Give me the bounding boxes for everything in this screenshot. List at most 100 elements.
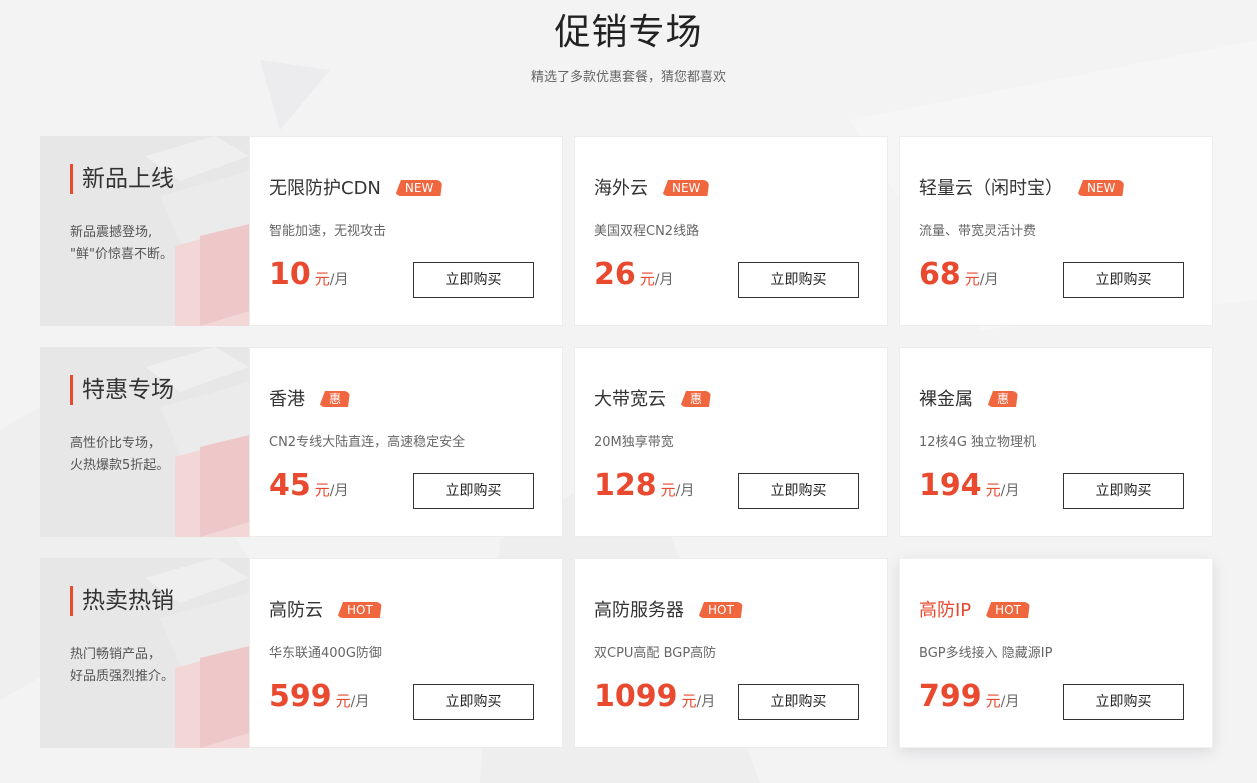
product-card: 高防云 HOT 华东联通400G防御 599 元/月 立即购买 (249, 558, 563, 748)
price-unit: 元 (314, 270, 330, 288)
promo-row-discount: 特惠专场 高性价比专场， 火热爆款5折起。 香港惠 CN2专线大陆直连，高速稳定… (40, 347, 1213, 537)
price-period: /月 (675, 483, 695, 499)
product-name: 大带宽云惠 (594, 388, 711, 412)
price-value: 68 (919, 257, 961, 292)
product-description: 流量、带宽灵活计费 (919, 224, 1037, 239)
product-name: 高防服务器 HOT (594, 599, 743, 623)
product-name: 无限防护CDN NEW (269, 177, 442, 201)
product-name-text: 大带宽云 (594, 389, 666, 410)
price-unit: 元 (660, 481, 676, 499)
product-card: 裸金属惠 12核4G 独立物理机 194 元/月 立即购买 (899, 347, 1213, 537)
price-value: 10 (269, 257, 311, 292)
page-title: 促销专场 (554, 12, 703, 53)
product-price: 599 元/月 (269, 679, 369, 715)
product-description: 20M独享带宽 (594, 435, 674, 450)
price-value: 194 (919, 468, 982, 503)
hot-badge: HOT (698, 602, 743, 618)
new-badge: NEW (662, 180, 709, 196)
buy-now-button[interactable]: 立即购买 (738, 262, 859, 298)
hot-badge: HOT (337, 602, 382, 618)
buy-now-button[interactable]: 立即购买 (738, 473, 859, 509)
product-name-text: 裸金属 (919, 389, 973, 410)
new-badge: NEW (1077, 180, 1124, 196)
page-subtitle: 精选了多款优惠套餐，猜您都喜欢 (530, 70, 726, 85)
category-title: 特惠专场 (70, 375, 174, 405)
product-name-text: 高防服务器 (594, 600, 684, 621)
price-period: /月 (1000, 694, 1020, 710)
discount-badge: 惠 (987, 391, 1018, 407)
product-description: 双CPU高配 BGP高防 (594, 646, 717, 661)
product-name-text: 香港 (269, 389, 305, 410)
product-card: 无限防护CDN NEW 智能加速，无视攻击 10 元/月 立即购买 (249, 136, 563, 326)
category-desc-line: 火热爆款5折起。 (70, 458, 170, 473)
product-name-text: 高防云 (269, 600, 323, 621)
product-card: 大带宽云惠 20M独享带宽 128 元/月 立即购买 (574, 347, 888, 537)
category-description: 新品震撼登场, "鲜"价惊喜不断。 (70, 222, 240, 266)
product-card: 高防服务器 HOT 双CPU高配 BGP高防 1099 元/月 立即购买 (574, 558, 888, 748)
category-panel: 热卖热销 热门畅销产品， 好品质强烈推介。 (40, 558, 249, 748)
category-title: 新品上线 (70, 164, 174, 194)
hot-badge: HOT (985, 602, 1030, 618)
price-unit: 元 (639, 270, 655, 288)
buy-now-button[interactable]: 立即购买 (1063, 262, 1184, 298)
price-value: 599 (269, 679, 332, 714)
price-value: 1099 (594, 679, 678, 714)
product-description: CN2专线大陆直连，高速稳定安全 (269, 435, 466, 450)
price-value: 128 (594, 468, 657, 503)
product-name-text: 高防IP (919, 600, 972, 621)
buy-now-button[interactable]: 立即购买 (738, 684, 859, 720)
price-unit: 元 (314, 481, 330, 499)
buy-now-button[interactable]: 立即购买 (413, 473, 534, 509)
price-period: /月 (329, 483, 349, 499)
product-name: 海外云 NEW (594, 177, 709, 201)
product-name-text: 无限防护CDN (269, 178, 381, 199)
product-name: 香港惠 (269, 388, 350, 412)
price-period: /月 (696, 694, 716, 710)
product-price: 128 元/月 (594, 468, 694, 504)
price-period: /月 (654, 272, 674, 288)
product-name: 高防IP HOT (919, 599, 1030, 623)
promo-row-new: 新品上线 新品震撼登场, "鲜"价惊喜不断。 无限防护CDN NEW 智能加速，无… (40, 136, 1213, 326)
buy-now-button[interactable]: 立即购买 (413, 262, 534, 298)
product-card: 轻量云（闲时宝） NEW 流量、带宽灵活计费 68 元/月 立即购买 (899, 136, 1213, 326)
product-price: 68 元/月 (919, 257, 998, 293)
buy-now-button[interactable]: 立即购买 (1063, 684, 1184, 720)
product-description: 12核4G 独立物理机 (919, 435, 1037, 450)
product-price: 26 元/月 (594, 257, 673, 293)
price-unit: 元 (985, 692, 1001, 710)
product-name-text: 海外云 (594, 178, 648, 199)
price-value: 45 (269, 468, 311, 503)
buy-now-button[interactable]: 立即购买 (1063, 473, 1184, 509)
category-desc-line: 好品质强烈推介。 (70, 669, 175, 684)
price-period: /月 (329, 272, 349, 288)
product-description: 美国双程CN2线路 (594, 224, 700, 239)
product-price: 10 元/月 (269, 257, 348, 293)
product-card-hovered[interactable]: 高防IP HOT BGP多线接入 隐藏源IP 799 元/月 立即购买 (899, 558, 1213, 748)
price-unit: 元 (681, 692, 697, 710)
product-name: 裸金属惠 (919, 388, 1018, 412)
price-unit: 元 (985, 481, 1001, 499)
category-description: 热门畅销产品， 好品质强烈推介。 (70, 644, 240, 688)
product-name: 轻量云（闲时宝） NEW (919, 177, 1124, 201)
price-unit: 元 (964, 270, 980, 288)
price-value: 799 (919, 679, 982, 714)
product-description: 华东联通400G防御 (269, 646, 382, 661)
category-description: 高性价比专场， 火热爆款5折起。 (70, 433, 240, 477)
category-desc-line: 高性价比专场， (70, 436, 162, 451)
category-panel: 新品上线 新品震撼登场, "鲜"价惊喜不断。 (40, 136, 249, 326)
price-unit: 元 (335, 692, 351, 710)
product-price: 1099 元/月 (594, 679, 715, 715)
product-description: 智能加速，无视攻击 (269, 224, 387, 239)
product-name-text: 轻量云（闲时宝） (919, 178, 1063, 199)
product-card: 海外云 NEW 美国双程CN2线路 26 元/月 立即购买 (574, 136, 888, 326)
product-price: 194 元/月 (919, 468, 1019, 504)
buy-now-button[interactable]: 立即购买 (413, 684, 534, 720)
category-desc-line: 热门畅销产品， (70, 647, 162, 662)
product-card: 香港惠 CN2专线大陆直连，高速稳定安全 45 元/月 立即购买 (249, 347, 563, 537)
price-period: /月 (1000, 483, 1020, 499)
category-title: 热卖热销 (70, 586, 174, 616)
product-name: 高防云 HOT (269, 599, 382, 623)
discount-badge: 惠 (680, 391, 711, 407)
product-description: BGP多线接入 隐藏源IP (919, 646, 1053, 661)
product-price: 45 元/月 (269, 468, 348, 504)
